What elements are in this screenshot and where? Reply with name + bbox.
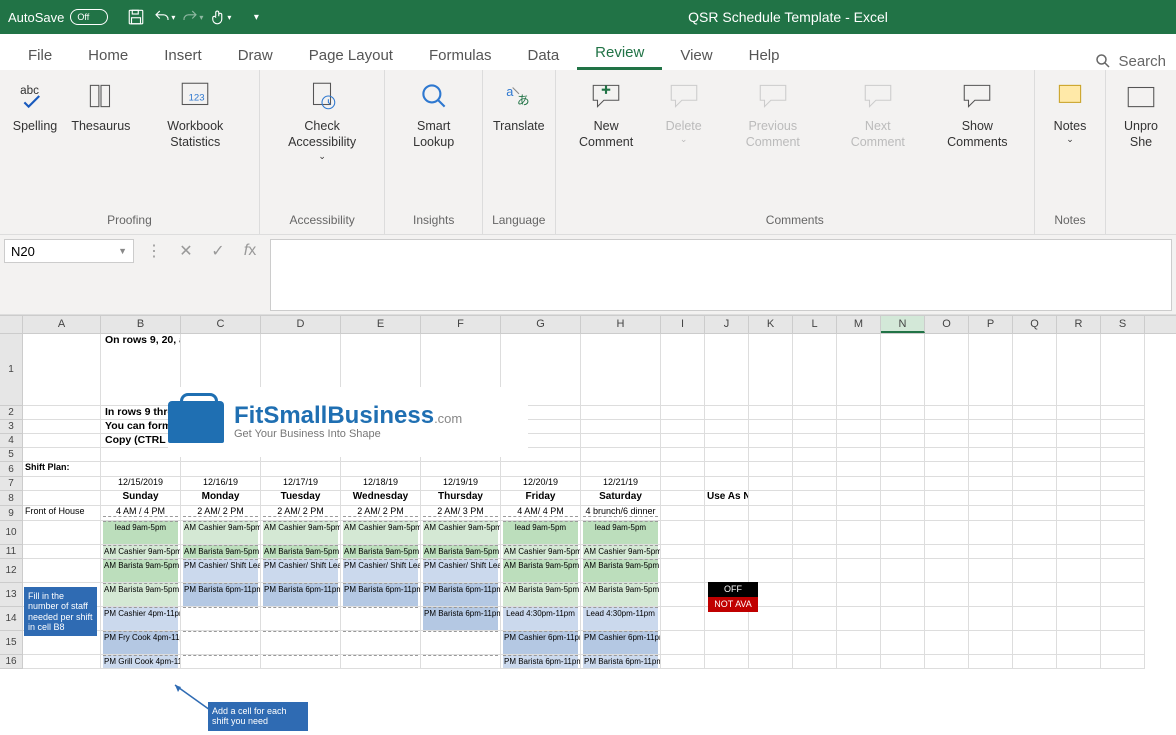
tab-insert[interactable]: Insert [146, 41, 220, 70]
tab-file[interactable]: File [10, 41, 70, 70]
formula-bar-row: N20▼ ⋮ ✕ ✓ fx [0, 235, 1176, 315]
thesaurus-button[interactable]: Thesaurus [68, 74, 134, 138]
tab-data[interactable]: Data [509, 41, 577, 70]
show-comments-button[interactable]: Show Comments [927, 74, 1028, 155]
not-available-badge: NOT AVA [708, 597, 758, 612]
autosave-toggle[interactable]: AutoSave Off [8, 9, 108, 25]
tab-page-layout[interactable]: Page Layout [291, 41, 411, 70]
off-badge: OFF [708, 582, 758, 597]
delete-comment-button[interactable]: Delete⌄ [655, 74, 713, 150]
tab-draw[interactable]: Draw [220, 41, 291, 70]
search-icon [1094, 52, 1112, 70]
touch-mode-icon[interactable]: ▾ [206, 3, 234, 31]
tab-review[interactable]: Review [577, 38, 662, 70]
callout-add-cell: Add a cell for each shift you need [208, 702, 308, 731]
notes-button[interactable]: Notes⌄ [1041, 74, 1099, 150]
tab-formulas[interactable]: Formulas [411, 41, 510, 70]
briefcase-icon [168, 401, 224, 443]
group-comments: New Comment Delete⌄ Previous Comment Nex… [556, 70, 1035, 234]
group-language: aあTranslate Language [483, 70, 556, 234]
undo-icon[interactable]: ▾ [150, 3, 178, 31]
document-title: QSR Schedule Template - Excel [688, 9, 888, 25]
svg-text:あ: あ [517, 93, 530, 108]
formula-input[interactable] [270, 239, 1172, 311]
toggle-switch[interactable]: Off [70, 9, 108, 25]
previous-comment-button[interactable]: Previous Comment [717, 74, 829, 155]
save-icon[interactable] [122, 3, 150, 31]
group-accessibility: Check Accessibility⌄ Accessibility [260, 70, 386, 234]
fx-icon[interactable]: fx [238, 239, 262, 263]
group-proofing: abcSpelling Thesaurus 123Workbook Statis… [0, 70, 260, 234]
svg-text:abc: abc [20, 84, 39, 97]
fx-separator-icon: ⋮ [142, 239, 166, 263]
autosave-label: AutoSave [8, 10, 64, 25]
spelling-button[interactable]: abcSpelling [6, 74, 64, 138]
svg-text:a: a [506, 84, 514, 99]
group-protect: UnproShe [1106, 70, 1176, 234]
cancel-formula-icon[interactable]: ✕ [174, 239, 198, 263]
next-comment-button[interactable]: Next Comment [833, 74, 923, 155]
name-box[interactable]: N20▼ [4, 239, 134, 263]
svg-text:123: 123 [189, 92, 205, 103]
group-notes: Notes⌄ Notes [1035, 70, 1106, 234]
smart-lookup-button[interactable]: Smart Lookup [391, 74, 476, 155]
title-bar: AutoSave Off ▾ ▾ ▾ ▾ QSR Schedule Templa… [0, 0, 1176, 34]
spreadsheet-grid[interactable]: A B C D E F G H I J K L M N O P Q R S 1O… [0, 315, 1176, 669]
tab-view[interactable]: View [662, 41, 730, 70]
column-headers: A B C D E F G H I J K L M N O P Q R S [0, 316, 1176, 334]
fsb-logo: FitSmallBusiness.com Get Your Business I… [168, 387, 528, 457]
translate-button[interactable]: aあTranslate [489, 74, 549, 138]
new-comment-button[interactable]: New Comment [562, 74, 651, 155]
check-accessibility-button[interactable]: Check Accessibility⌄ [266, 74, 379, 166]
tab-help[interactable]: Help [731, 41, 798, 70]
group-insights: Smart Lookup Insights [385, 70, 483, 234]
qat-customize-icon[interactable]: ▾ [242, 3, 270, 31]
unprotect-sheet-button[interactable]: UnproShe [1112, 74, 1170, 155]
redo-icon[interactable]: ▾ [178, 3, 206, 31]
callout-fill-staff: Fill in the number of staff needed per s… [24, 587, 97, 636]
tab-home[interactable]: Home [70, 41, 146, 70]
enter-formula-icon[interactable]: ✓ [206, 239, 230, 263]
ribbon-tabs: File Home Insert Draw Page Layout Formul… [0, 34, 1176, 70]
ribbon: abcSpelling Thesaurus 123Workbook Statis… [0, 70, 1176, 235]
search-box[interactable]: Search [1094, 52, 1166, 70]
workbook-statistics-button[interactable]: 123Workbook Statistics [138, 74, 253, 155]
